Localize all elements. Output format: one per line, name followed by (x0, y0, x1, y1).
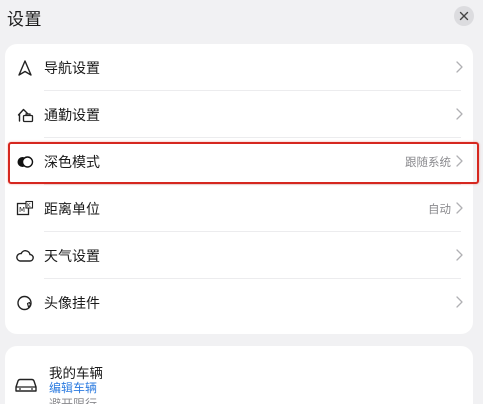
vehicle-subtitle: 避开限行 (49, 397, 98, 404)
settings-item-weather[interactable]: 天气设置 (5, 232, 473, 279)
settings-item-distance-unit[interactable]: M K 距离单位 自动 (5, 185, 473, 232)
settings-item-navigation[interactable]: 导航设置 (5, 44, 473, 91)
svg-text:K: K (27, 203, 31, 209)
settings-item-value: 跟随系统 (405, 155, 451, 169)
chevron-right-icon (456, 249, 463, 261)
close-icon (459, 11, 469, 21)
navigation-arrow-icon (15, 58, 35, 78)
commute-briefcase-icon (15, 105, 35, 125)
chevron-right-icon (456, 61, 463, 73)
page-title: 设置 (7, 10, 42, 30)
vehicle-card[interactable]: 我的车辆 编辑车辆 避开限行 (5, 346, 473, 404)
cloud-icon (15, 246, 35, 266)
settings-item-dark-mode[interactable]: 深色模式 跟随系统 (5, 138, 473, 185)
chevron-right-icon (456, 155, 463, 167)
settings-item-commute[interactable]: 通勤设置 (5, 91, 473, 138)
car-icon (15, 378, 37, 392)
avatar-pendant-icon (15, 293, 35, 313)
chevron-right-icon (456, 108, 463, 120)
settings-item-label: 通勤设置 (44, 108, 100, 124)
close-button[interactable] (454, 6, 474, 26)
dark-mode-icon (15, 152, 35, 172)
settings-item-label: 距离单位 (44, 202, 100, 218)
settings-card: 导航设置 通勤设置 深色模式 跟随系统 M K 距离单位 自动 天气设置 头像挂… (5, 44, 473, 334)
settings-item-label: 深色模式 (44, 155, 100, 171)
settings-item-label: 导航设置 (44, 61, 100, 77)
distance-unit-icon: M K (15, 199, 35, 219)
svg-text:M: M (19, 206, 25, 214)
chevron-right-icon (456, 202, 463, 214)
settings-item-avatar-pendant[interactable]: 头像挂件 (5, 279, 473, 326)
settings-item-value: 自动 (428, 202, 451, 216)
chevron-right-icon (456, 296, 463, 308)
edit-vehicle-link[interactable]: 编辑车辆 (49, 379, 97, 396)
header: 设置 (0, 0, 483, 36)
settings-item-label: 天气设置 (44, 249, 100, 265)
settings-item-label: 头像挂件 (44, 296, 100, 312)
